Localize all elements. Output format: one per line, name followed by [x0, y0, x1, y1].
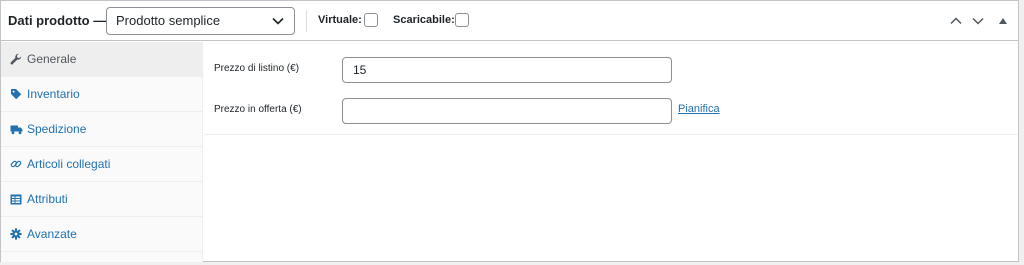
- wrench-icon: [9, 52, 23, 66]
- product-data-header: Dati prodotto — Prodotto semplice Virtua…: [1, 1, 1018, 41]
- downloadable-label: Scaricabile:: [393, 14, 455, 26]
- tab-label: Generale: [27, 52, 77, 66]
- schedule-sale-link[interactable]: Pianifica: [678, 103, 720, 115]
- table-icon: [9, 192, 23, 206]
- panel-title: Dati prodotto —: [8, 13, 107, 28]
- sale-price-label: Prezzo in offerta (€): [214, 104, 302, 115]
- product-type-value: Prodotto semplice: [116, 13, 221, 28]
- chevron-down-icon: [972, 17, 984, 25]
- gear-icon: [9, 227, 23, 241]
- pricing-fields: Prezzo di listino (€) Prezzo in offerta …: [204, 42, 1018, 135]
- tab-label: Inventario: [27, 87, 80, 101]
- product-data-tabs: Generale Inventario Spedizione Articoli …: [1, 42, 203, 262]
- chevron-up-icon: [950, 17, 962, 25]
- regular-price-input[interactable]: [342, 57, 672, 83]
- move-up-button[interactable]: [948, 13, 964, 29]
- tag-icon: [9, 87, 23, 101]
- tab-label: Articoli collegati: [27, 157, 111, 171]
- chevron-down-icon: [272, 17, 284, 25]
- tab-shipping[interactable]: Spedizione: [1, 112, 202, 147]
- product-type-select[interactable]: Prodotto semplice: [106, 7, 295, 35]
- general-tab-content: Prezzo di listino (€) Prezzo in offerta …: [204, 42, 1018, 262]
- tab-label: Avanzate: [27, 227, 77, 241]
- regular-price-label: Prezzo di listino (€): [214, 63, 300, 74]
- move-down-button[interactable]: [970, 13, 986, 29]
- virtual-label: Virtuale:: [318, 14, 362, 26]
- tab-general[interactable]: Generale: [1, 42, 202, 77]
- tab-label: Attributi: [27, 192, 68, 206]
- tab-attributes[interactable]: Attributi: [1, 182, 202, 217]
- sale-price-input[interactable]: [342, 98, 672, 124]
- tab-linked-products[interactable]: Articoli collegati: [1, 147, 202, 182]
- tab-inventory[interactable]: Inventario: [1, 77, 202, 112]
- tab-label: Spedizione: [27, 122, 87, 136]
- virtual-checkbox[interactable]: [364, 13, 378, 27]
- header-separator: [306, 10, 307, 32]
- tab-advanced[interactable]: Avanzate: [1, 217, 202, 252]
- downloadable-checkbox[interactable]: [455, 13, 469, 27]
- product-data-panel: Dati prodotto — Prodotto semplice Virtua…: [0, 0, 1019, 262]
- link-icon: [9, 157, 23, 171]
- triangle-up-icon: [999, 18, 1007, 24]
- toggle-panel-button[interactable]: [995, 13, 1011, 29]
- truck-icon: [9, 122, 23, 136]
